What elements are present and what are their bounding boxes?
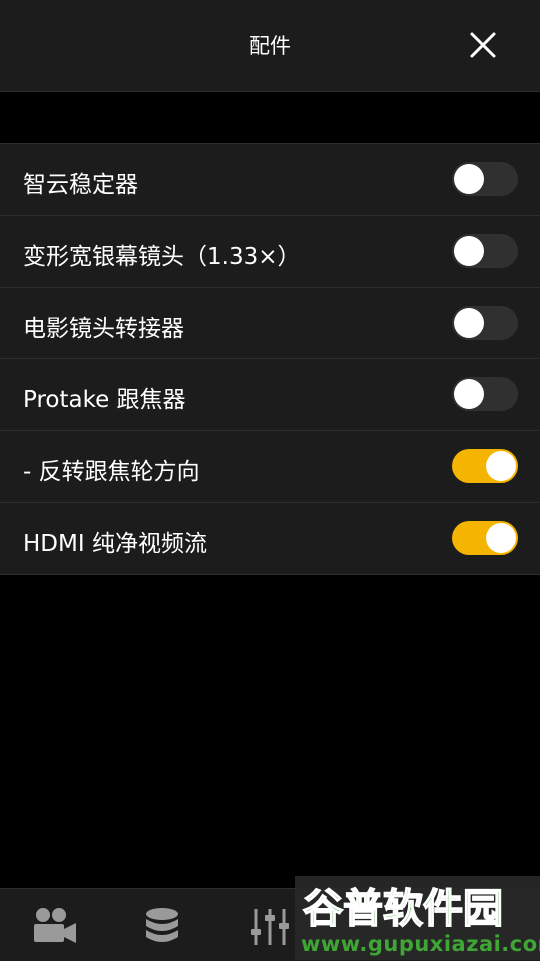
tab-camera[interactable] bbox=[30, 905, 80, 949]
page-title: 配件 bbox=[249, 34, 291, 58]
setting-label: HDMI 纯净视频流 bbox=[23, 531, 207, 557]
top-bar: 配件 bbox=[0, 0, 540, 92]
tab-settings[interactable] bbox=[246, 905, 296, 949]
sliders-icon bbox=[251, 909, 289, 945]
toggle-knob bbox=[454, 236, 484, 266]
setting-label: - 反转跟焦轮方向 bbox=[23, 459, 200, 485]
camera-icon bbox=[34, 908, 76, 943]
toggle-switch[interactable] bbox=[452, 377, 518, 411]
toggle-switch[interactable] bbox=[452, 306, 518, 340]
toggle-switch[interactable] bbox=[452, 521, 518, 555]
toggle-switch[interactable] bbox=[452, 449, 518, 483]
site-watermark: 谷普软件园 www.gupuxiazai.com bbox=[295, 876, 540, 960]
setting-row: 电影镜头转接器 bbox=[0, 288, 540, 360]
setting-row: - 反转跟焦轮方向 bbox=[0, 431, 540, 503]
close-button[interactable] bbox=[466, 28, 500, 62]
setting-label: Protake 跟焦器 bbox=[23, 387, 186, 413]
setting-row: 变形宽银幕镜头（1.33×） bbox=[0, 216, 540, 288]
watermark-brand: 谷普软件园 bbox=[303, 886, 503, 932]
toggle-knob bbox=[486, 523, 516, 553]
setting-row: 智云稳定器 bbox=[0, 143, 540, 216]
storage-icon bbox=[146, 908, 178, 942]
tab-storage[interactable] bbox=[138, 905, 188, 949]
toggle-knob bbox=[454, 164, 484, 194]
setting-label: 变形宽银幕镜头（1.33×） bbox=[23, 244, 301, 270]
toggle-switch[interactable] bbox=[452, 234, 518, 268]
toggle-knob bbox=[454, 379, 484, 409]
setting-label: 电影镜头转接器 bbox=[23, 316, 184, 342]
setting-label: 智云稳定器 bbox=[23, 172, 138, 198]
accessory-group-2: Protake 跟焦器 - 反转跟焦轮方向 HDMI 纯净视频流 bbox=[0, 358, 540, 575]
watermark-logo: 谷普软件园 bbox=[302, 885, 504, 933]
accessory-group-1: 智云稳定器 变形宽银幕镜头（1.33×） 电影镜头转接器 bbox=[0, 143, 540, 360]
toggle-knob bbox=[486, 451, 516, 481]
setting-row: HDMI 纯净视频流 bbox=[0, 503, 540, 575]
toggle-switch[interactable] bbox=[452, 162, 518, 196]
toggle-knob bbox=[454, 308, 484, 338]
watermark-url: www.gupuxiazai.com bbox=[301, 932, 540, 956]
close-icon bbox=[470, 32, 496, 58]
setting-row: Protake 跟焦器 bbox=[0, 358, 540, 431]
